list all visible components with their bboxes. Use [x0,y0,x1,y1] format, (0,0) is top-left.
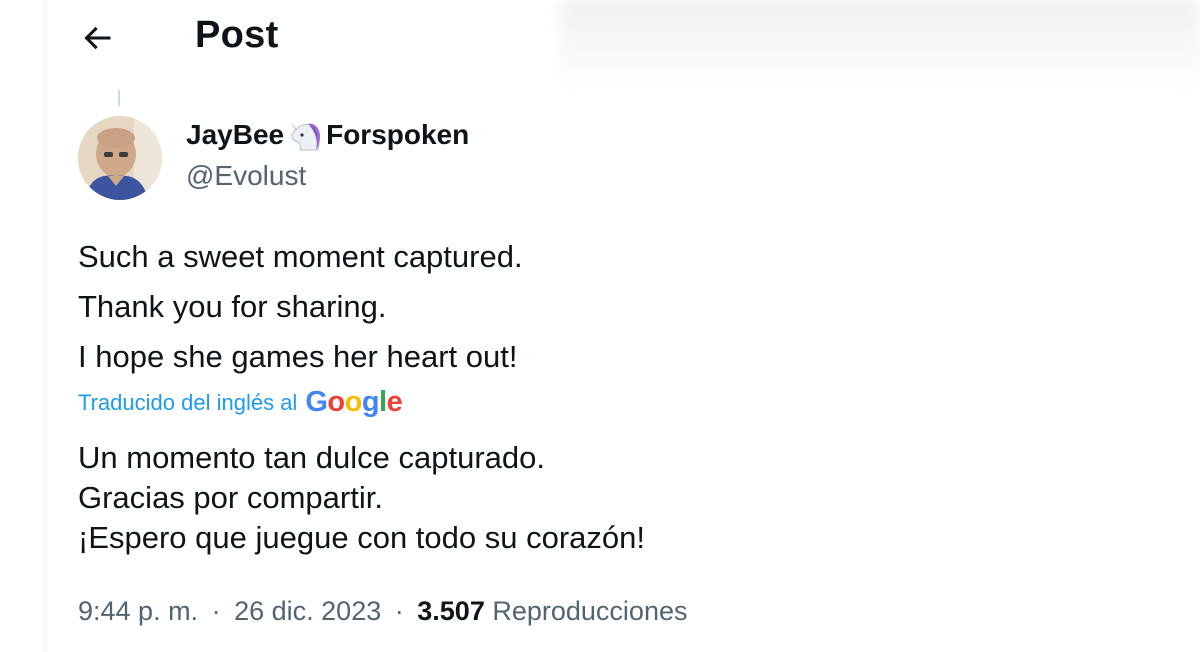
post-text-line: Such a sweet moment captured. [78,239,523,274]
author-handle[interactable]: @Evolust [186,160,306,192]
google-logo-letter: G [305,386,328,418]
meta-separator: · [211,596,221,626]
author-name[interactable]: JayBee Forspoken [186,118,469,152]
google-logo-letter: l [379,386,387,418]
thread-connector-line [118,90,120,106]
translated-body: Un momento tan dulce capturado. Gracias … [78,438,645,558]
author-name-second: Forspoken [326,119,470,150]
google-logo-letter: g [361,386,380,418]
avatar-image [78,116,162,200]
google-logo-letter: o [344,386,363,418]
translated-text-line: ¡Espero que juegue con todo su corazón! [78,520,645,555]
google-logo-letter: e [386,386,403,418]
translation-notice: Traducido del inglés al Google [78,386,403,419]
views-count: 3.507 [417,596,485,626]
translated-text-line: Un momento tan dulce capturado. [78,440,545,475]
post-page: Post JayBee Forspoken @Evolust Such a sw… [0,0,1200,652]
post-text-line: I hope she games her heart out! [78,339,518,374]
author-name-first: JayBee [186,119,285,150]
post-meta: 9:44 p. m. · 26 dic. 2023 · 3.507 Reprod… [78,596,687,627]
post-header: Post [45,0,1200,74]
column-border [44,0,45,652]
post-body: Such a sweet moment captured. Thank you … [78,232,523,382]
avatar[interactable] [78,116,162,200]
page-title: Post [195,14,279,56]
arrow-left-icon [84,26,111,50]
translated-text-line: Gracias por compartir. [78,480,383,515]
post-time[interactable]: 9:44 p. m. [78,596,198,626]
google-logo-letter: o [327,386,345,418]
google-logo[interactable]: Google [305,386,402,419]
back-button[interactable] [75,16,119,60]
post-text-line: Thank you for sharing. [78,289,387,324]
meta-separator: · [394,596,404,626]
views-label: Reproducciones [492,596,688,626]
unicorn-icon [290,122,321,151]
translation-label[interactable]: Traducido del inglés al [78,390,297,416]
post-date[interactable]: 26 dic. 2023 [234,596,381,626]
